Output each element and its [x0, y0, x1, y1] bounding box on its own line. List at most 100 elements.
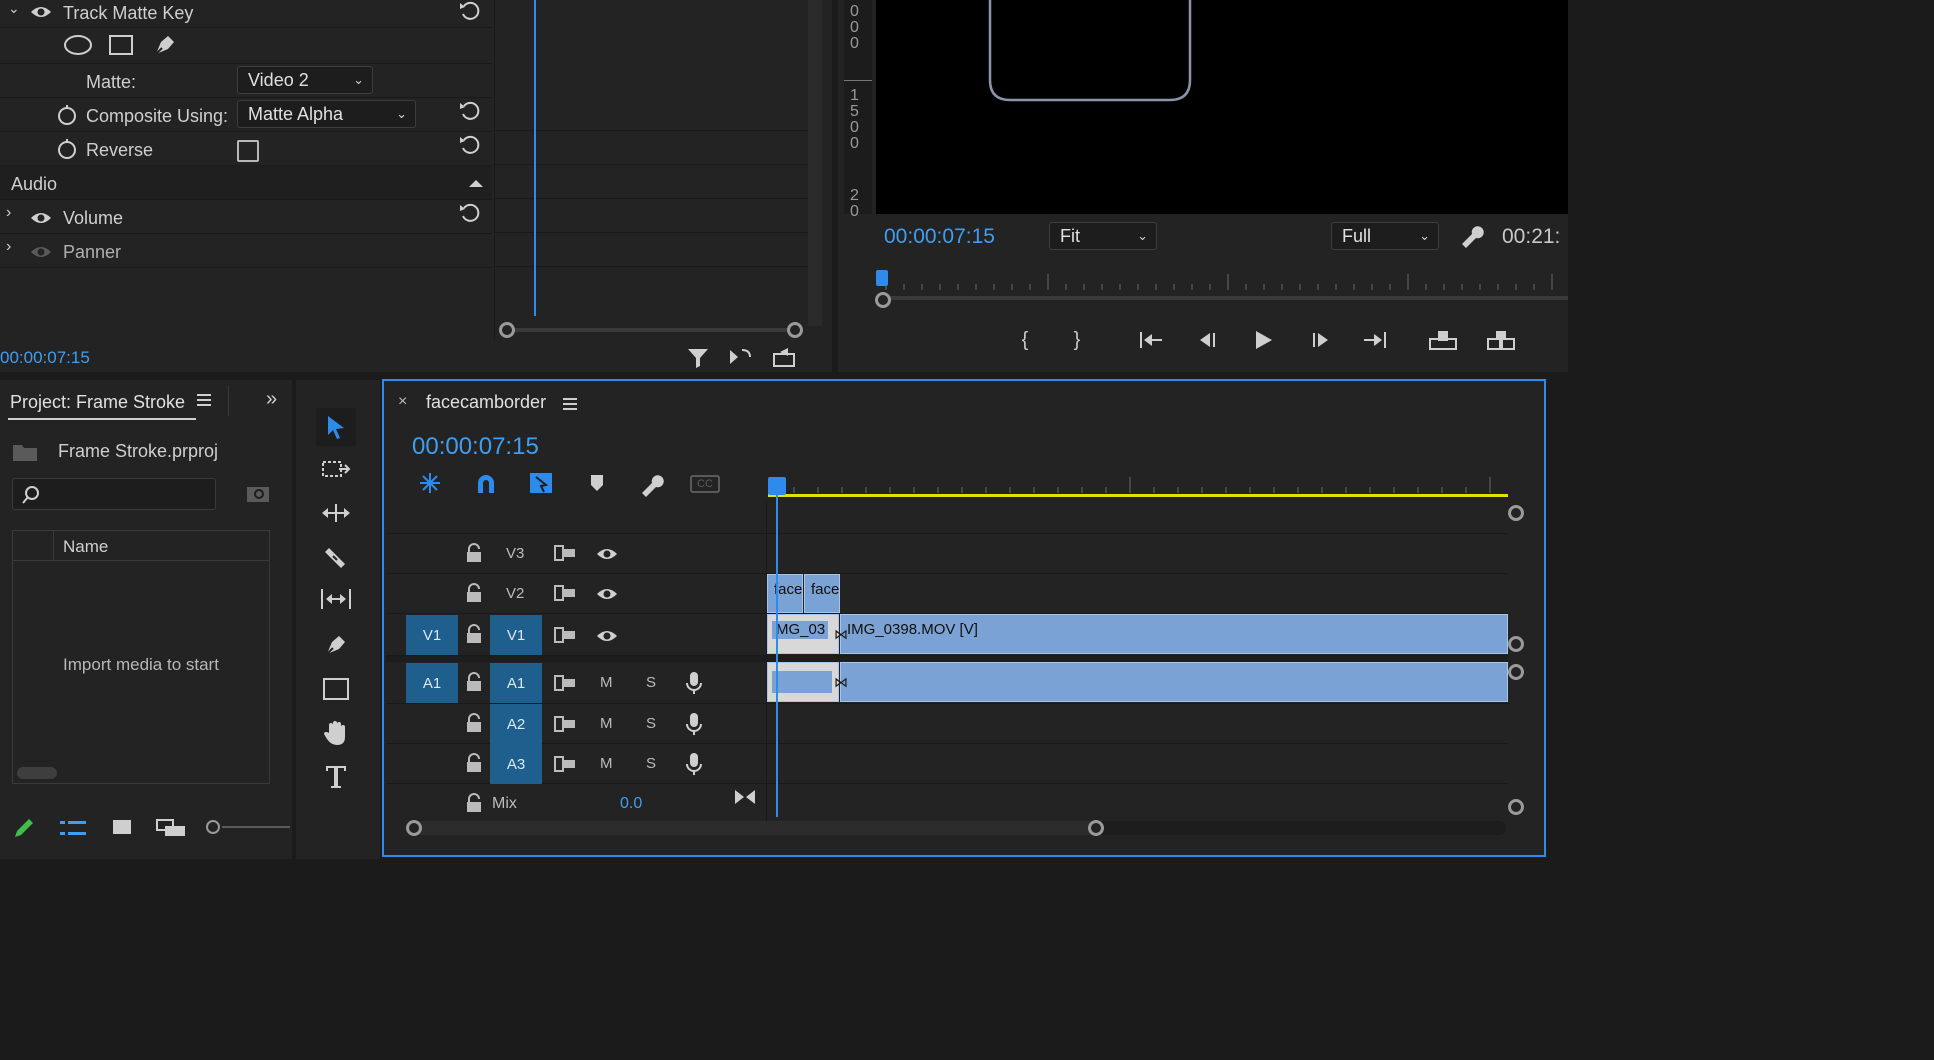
- transition-handle-icon[interactable]: ⋈: [834, 674, 848, 691]
- icon-view-icon[interactable]: [112, 818, 132, 838]
- sync-lock-icon[interactable]: [554, 674, 576, 692]
- panel-overflow-icon[interactable]: »: [266, 388, 277, 411]
- voiceover-mic-icon[interactable]: [686, 752, 702, 776]
- type-tool-icon[interactable]: [316, 758, 356, 796]
- zoom-slider-track[interactable]: [222, 826, 290, 828]
- voiceover-mic-icon[interactable]: [686, 712, 702, 736]
- program-zoom-bar[interactable]: [876, 296, 1568, 300]
- v1-track-target[interactable]: V1: [490, 615, 542, 655]
- expand-chevron-icon[interactable]: ›: [6, 238, 11, 256]
- program-time-ruler[interactable]: [876, 270, 1568, 290]
- play-icon[interactable]: [1248, 326, 1278, 354]
- reset-icon[interactable]: [458, 100, 482, 122]
- lock-icon[interactable]: [466, 583, 482, 603]
- solo-button[interactable]: S: [646, 674, 656, 691]
- list-scrollbar[interactable]: [17, 767, 57, 779]
- mute-button[interactable]: M: [600, 715, 613, 732]
- expand-chevron-icon[interactable]: ›: [6, 204, 11, 222]
- reset-icon[interactable]: [458, 202, 482, 224]
- lift-icon[interactable]: [1428, 326, 1458, 354]
- ec-scroll-start-handle[interactable]: [499, 322, 515, 338]
- captions-icon[interactable]: CC: [690, 475, 720, 493]
- fx-toggle-eye-icon[interactable]: [30, 210, 52, 226]
- v1-source-patch[interactable]: V1: [406, 615, 458, 655]
- step-back-icon[interactable]: [1192, 326, 1222, 354]
- ripple-edit-tool-icon[interactable]: [316, 494, 356, 532]
- project-list[interactable]: Name Import media to start: [12, 530, 270, 784]
- voiceover-mic-icon[interactable]: [686, 671, 702, 695]
- a1-source-patch[interactable]: A1: [406, 663, 458, 703]
- track-matte-key-row[interactable]: ⌄ Track Matte Key: [0, 0, 492, 28]
- a2-track-target[interactable]: A2: [490, 704, 542, 744]
- hand-tool-icon[interactable]: [316, 714, 356, 752]
- extract-icon[interactable]: [1486, 326, 1516, 354]
- lock-icon[interactable]: [466, 713, 482, 733]
- wrench-settings-icon[interactable]: [1458, 222, 1484, 248]
- sequence-timecode[interactable]: 00:00:07:15: [412, 433, 539, 461]
- v2-clip-face-2[interactable]: face: [804, 574, 840, 613]
- scroll-start-handle[interactable]: [406, 820, 422, 836]
- program-video-frame[interactable]: [876, 0, 1568, 214]
- transition-handle-icon[interactable]: ⋈: [834, 626, 848, 643]
- collapse-up-icon[interactable]: [468, 178, 484, 188]
- lock-icon[interactable]: [466, 624, 482, 644]
- mark-in-icon[interactable]: {: [1010, 326, 1040, 354]
- collapse-chevron-icon[interactable]: ⌄: [8, 0, 20, 17]
- timeline-horizontal-scrollbar[interactable]: [412, 821, 1506, 835]
- sequence-time-ruler[interactable]: [768, 477, 1508, 501]
- reset-icon[interactable]: [458, 0, 482, 22]
- rectangle-tool-icon[interactable]: [316, 670, 356, 708]
- fx-toggle-eye-icon[interactable]: [30, 244, 52, 260]
- audio-scroll-top-handle[interactable]: [1508, 664, 1524, 680]
- mix-volume-value[interactable]: 0.0: [620, 795, 642, 813]
- sequence-tab[interactable]: facecamborder: [426, 392, 546, 413]
- linked-selection-icon[interactable]: [528, 471, 554, 495]
- export-icon[interactable]: [772, 346, 796, 368]
- project-search-field[interactable]: [12, 478, 216, 510]
- close-sequence-icon[interactable]: ×: [398, 393, 407, 411]
- audio-scroll-bottom-handle[interactable]: [1508, 799, 1524, 815]
- zoom-slider-handle[interactable]: [206, 820, 220, 834]
- zoom-fit-dropdown[interactable]: Fit ⌄: [1049, 222, 1157, 250]
- ec-playhead[interactable]: [534, 0, 536, 316]
- mark-out-icon[interactable]: }: [1062, 326, 1092, 354]
- a1-track-target[interactable]: A1: [490, 663, 542, 703]
- resolution-dropdown[interactable]: Full ⌄: [1331, 222, 1439, 250]
- scroll-end-handle[interactable]: [1088, 820, 1104, 836]
- matte-dropdown[interactable]: Video 2 ⌄: [237, 66, 373, 94]
- video-scroll-bottom-handle[interactable]: [1508, 636, 1524, 652]
- lock-icon[interactable]: [466, 753, 482, 773]
- volume-row[interactable]: › Volume: [0, 200, 492, 234]
- razor-tool-icon[interactable]: [316, 538, 356, 576]
- work-area-bar[interactable]: [768, 494, 1508, 497]
- sequence-menu-icon[interactable]: [562, 396, 578, 412]
- sync-lock-icon[interactable]: [554, 584, 576, 602]
- project-panel-title[interactable]: Project: Frame Stroke: [10, 392, 185, 413]
- mute-button[interactable]: M: [600, 674, 613, 691]
- audio-loop-icon[interactable]: [728, 346, 754, 368]
- step-forward-icon[interactable]: [1306, 326, 1336, 354]
- composite-dropdown[interactable]: Matte Alpha ⌄: [237, 100, 416, 128]
- stopwatch-icon[interactable]: [57, 138, 77, 160]
- video-scroll-top-handle[interactable]: [1508, 505, 1524, 521]
- scrollbar-thumb[interactable]: [412, 821, 1096, 835]
- name-column-header[interactable]: Name: [63, 537, 108, 557]
- timeline-settings-icon[interactable]: [638, 471, 664, 497]
- add-marker-icon[interactable]: [588, 473, 606, 493]
- reset-icon[interactable]: [458, 134, 482, 156]
- rectangle-mask-icon[interactable]: [108, 34, 134, 56]
- snap-magnet-icon[interactable]: [474, 471, 498, 495]
- pen-tool-icon[interactable]: [316, 626, 356, 664]
- panner-row[interactable]: › Panner: [0, 234, 492, 268]
- fx-toggle-eye-icon[interactable]: [30, 4, 52, 20]
- eye-icon[interactable]: [596, 546, 618, 562]
- list-view-icon[interactable]: [60, 820, 86, 838]
- sync-lock-icon[interactable]: [554, 715, 576, 733]
- eye-icon[interactable]: [596, 586, 618, 602]
- mute-button[interactable]: M: [600, 755, 613, 772]
- find-bin-icon[interactable]: [246, 484, 270, 504]
- ec-vertical-scrollbar[interactable]: [808, 0, 822, 326]
- lock-icon[interactable]: [466, 793, 482, 813]
- ec-timecode[interactable]: 00:00:07:15: [0, 348, 90, 368]
- ec-scroll-end-handle[interactable]: [787, 322, 803, 338]
